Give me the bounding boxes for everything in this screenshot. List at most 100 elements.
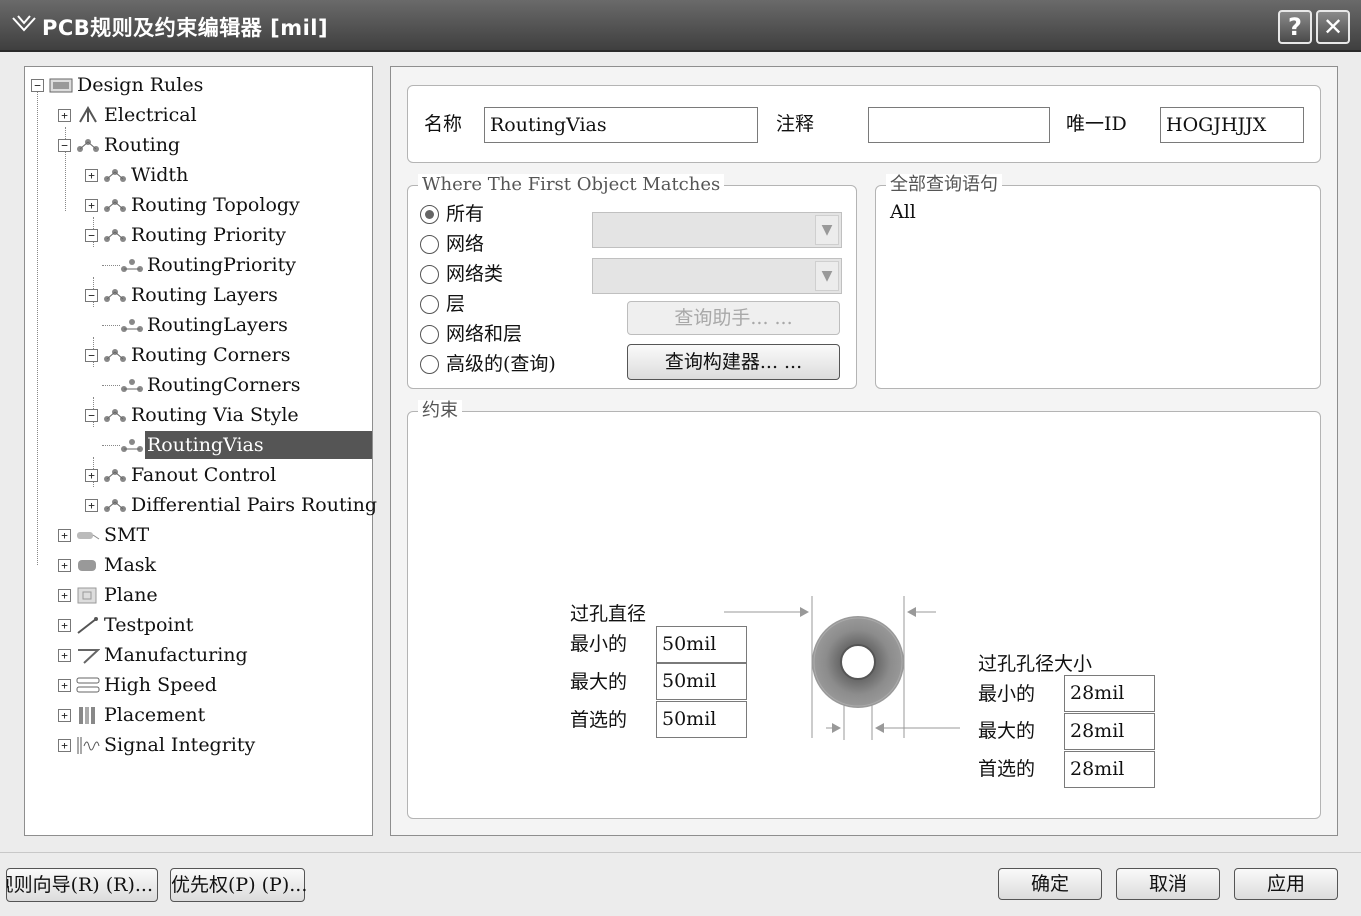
rule-wizard-button[interactable]: 规则向导(R) (R)... — [6, 868, 158, 902]
tree-item[interactable]: + Differential Pairs Routing — [25, 491, 377, 519]
tree-item-label: SMT — [104, 524, 150, 546]
collapse-icon[interactable]: − — [58, 139, 71, 152]
tree-item-label: RoutingPriority — [147, 254, 297, 276]
collapse-icon[interactable]: − — [85, 229, 98, 242]
tree-item[interactable]: − Routing Priority — [25, 221, 372, 249]
collapse-icon[interactable]: − — [31, 79, 44, 92]
placement-icon — [79, 707, 95, 724]
routing-icon — [104, 229, 126, 242]
hole-size-min-field[interactable]: 28mil — [1064, 675, 1155, 712]
tree-item[interactable]: − Routing — [25, 131, 372, 159]
tree-guide-line — [102, 265, 120, 266]
match-option-radio[interactable] — [420, 235, 439, 254]
net-select[interactable]: ▼ — [592, 212, 842, 248]
constraints-title: 约束 — [418, 400, 462, 422]
tree-item-label: Testpoint — [104, 614, 194, 636]
hole-size-max-field[interactable]: 28mil — [1064, 713, 1155, 750]
expand-icon[interactable]: + — [58, 649, 71, 662]
tree-item-label: Signal Integrity — [104, 734, 256, 756]
name-field[interactable]: RoutingVias — [484, 107, 758, 143]
collapse-icon[interactable]: − — [85, 409, 98, 422]
expand-icon[interactable]: + — [58, 679, 71, 692]
tree-item-label: Plane — [104, 584, 158, 606]
expand-icon[interactable]: + — [85, 499, 98, 512]
apply-button[interactable]: 应用 — [1234, 868, 1338, 900]
query-builder-button[interactable]: 查询构建器... ... — [627, 344, 840, 380]
tree-item[interactable]: − Routing Via Style — [25, 401, 372, 429]
expand-icon[interactable]: + — [85, 199, 98, 212]
expand-icon[interactable]: + — [85, 169, 98, 182]
expand-icon[interactable]: + — [58, 709, 71, 722]
hole-size-min-label: 最小的 — [978, 683, 1036, 705]
expand-icon[interactable]: + — [58, 109, 71, 122]
tree-item[interactable]: RoutingLayers — [25, 311, 372, 339]
query-helper-button[interactable]: 查询助手... ... — [627, 301, 840, 335]
tree-item[interactable]: + Fanout Control — [25, 461, 372, 489]
tree-item-label: Manufacturing — [104, 644, 248, 666]
expand-icon[interactable]: + — [58, 559, 71, 572]
tree-item[interactable]: + Plane — [25, 581, 372, 609]
collapse-icon[interactable]: − — [85, 349, 98, 362]
chevron-down-icon: ▼ — [815, 215, 839, 245]
full-query-text[interactable]: All — [890, 200, 916, 224]
tree-item-label: Electrical — [104, 104, 197, 126]
tree-item[interactable]: − Routing Corners — [25, 341, 372, 369]
design-rules-icon — [49, 78, 73, 93]
tree-item[interactable]: + Mask — [25, 551, 372, 579]
tree-item-label: Mask — [104, 554, 157, 576]
tree-item-label: Routing Topology — [131, 194, 300, 216]
expand-icon[interactable]: + — [85, 469, 98, 482]
match-option-radio[interactable] — [420, 265, 439, 284]
tree-item[interactable]: + Width — [25, 161, 372, 189]
tree-guide-line — [102, 325, 120, 326]
tree-item[interactable]: + Electrical — [25, 101, 372, 129]
match-option-radio[interactable] — [420, 355, 439, 374]
tree-item-label: Routing — [104, 134, 181, 156]
help-button[interactable]: ? — [1278, 10, 1312, 44]
comment-field[interactable] — [868, 107, 1050, 143]
tree-item[interactable]: + SMT — [25, 521, 372, 549]
tree-item[interactable]: RoutingPriority — [25, 251, 372, 279]
tree-item-label: RoutingCorners — [147, 374, 301, 396]
tree-item[interactable]: + Routing Topology — [25, 191, 372, 219]
match-option-radio[interactable] — [420, 325, 439, 344]
routing-icon — [104, 169, 126, 182]
expand-icon[interactable]: + — [58, 589, 71, 602]
tree-guide-line — [102, 385, 120, 386]
tree-item[interactable]: + Testpoint — [25, 611, 372, 639]
full-query-title: 全部查询语句 — [886, 174, 1002, 196]
rules-tree[interactable]: − Design Rules + Electrical − Routing + Width + R… — [24, 66, 377, 836]
tree-item[interactable]: + Signal Integrity — [25, 731, 372, 759]
expand-icon[interactable]: + — [58, 619, 71, 632]
object-match-title: Where The First Object Matches — [418, 174, 725, 196]
tree-item-label: Differential Pairs Routing — [131, 494, 378, 516]
cancel-button[interactable]: 取消 — [1116, 868, 1220, 900]
close-button[interactable]: ✕ — [1316, 10, 1350, 44]
routing-icon — [104, 469, 126, 482]
tree-item[interactable]: − Design Rules — [25, 71, 372, 99]
match-option-label: 所有 — [446, 203, 485, 225]
routing-icon — [104, 409, 126, 422]
priority-button[interactable]: 优先权(P) (P)... — [170, 868, 307, 902]
tree-item[interactable]: RoutingVias — [25, 431, 372, 459]
mask-icon — [78, 560, 96, 571]
expand-icon[interactable]: + — [58, 739, 71, 752]
hole-size-preferred-label: 首选的 — [978, 758, 1036, 780]
net-class-select[interactable]: ▼ — [592, 258, 842, 294]
manufacturing-icon — [78, 649, 100, 664]
ok-button[interactable]: 确定 — [998, 868, 1102, 900]
tree-item-label: RoutingLayers — [147, 314, 288, 336]
tree-item[interactable]: − Routing Layers — [25, 281, 372, 309]
unique-id-field[interactable]: HOGJHJJX — [1160, 107, 1304, 143]
tree-item[interactable]: + Manufacturing — [25, 641, 372, 669]
signal-integrity-icon — [77, 737, 100, 754]
tree-item[interactable]: RoutingCorners — [25, 371, 372, 399]
tree-item[interactable]: + High Speed — [25, 671, 372, 699]
title-bar: PCB规则及约束编辑器 [mil] ? ✕ — [0, 0, 1361, 52]
match-option-radio[interactable] — [420, 295, 439, 314]
expand-icon[interactable]: + — [58, 529, 71, 542]
collapse-icon[interactable]: − — [85, 289, 98, 302]
tree-item[interactable]: + Placement — [25, 701, 372, 729]
match-option-radio[interactable] — [420, 205, 439, 224]
hole-size-preferred-field[interactable]: 28mil — [1064, 751, 1155, 788]
